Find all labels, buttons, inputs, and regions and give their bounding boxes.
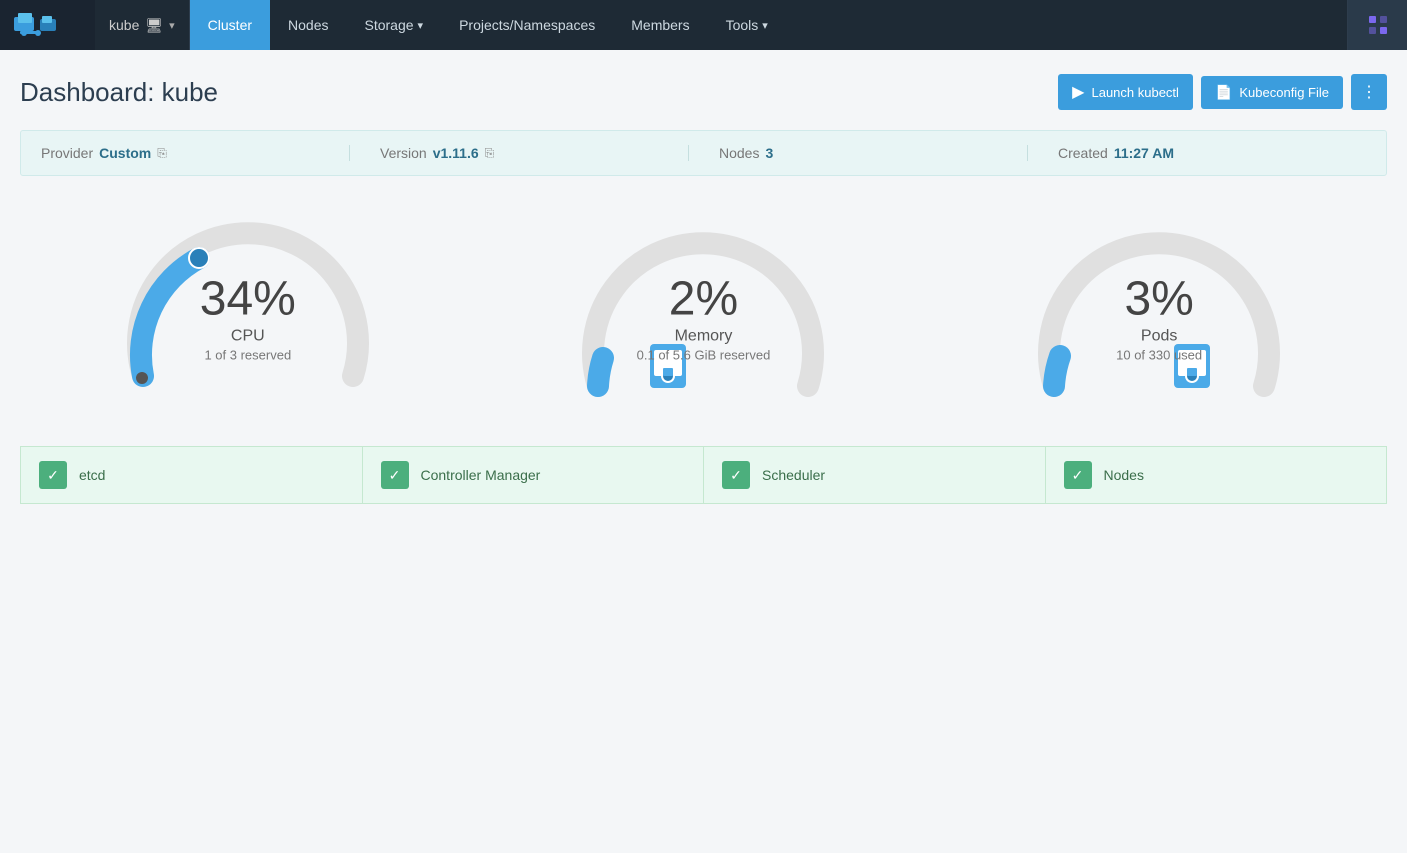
gauges-row: 34% CPU 1 of 3 reserved <box>20 206 1387 406</box>
brand-logo-area[interactable] <box>0 0 95 50</box>
cluster-chevron-icon: ▾ <box>169 19 175 32</box>
info-version: Version v1.11.6 ⎘ <box>350 145 689 161</box>
cpu-sublabel: 1 of 3 reserved <box>200 348 296 363</box>
page-title: Dashboard: kube <box>20 77 218 108</box>
memory-gauge-center: 2% Memory 0.1 of 5.6 GiB reserved <box>637 276 771 363</box>
controller-manager-check-icon: ✓ <box>381 461 409 489</box>
launch-kubectl-label: Launch kubectl <box>1091 85 1178 100</box>
pods-gauge: 3% Pods 10 of 330 used <box>1009 206 1309 406</box>
status-card-etcd: ✓ etcd <box>20 446 363 504</box>
nav-items: Cluster Nodes Storage ▾ Projects/Namespa… <box>190 0 1347 50</box>
pods-gauge-svg: 3% Pods 10 of 330 used <box>1024 206 1294 406</box>
memory-gauge: 2% Memory 0.1 of 5.6 GiB reserved <box>553 206 853 406</box>
info-created: Created 11:27 AM <box>1028 145 1366 161</box>
cpu-gauge: 34% CPU 1 of 3 reserved <box>98 206 398 406</box>
created-value: 11:27 AM <box>1114 145 1174 161</box>
cpu-percent: 34% <box>200 276 296 324</box>
cpu-gauge-center: 34% CPU 1 of 3 reserved <box>200 276 296 363</box>
apps-grid-icon[interactable] <box>1347 0 1407 50</box>
memory-sublabel: 0.1 of 5.6 GiB reserved <box>637 348 771 363</box>
copy-version-icon[interactable]: ⎘ <box>485 146 495 161</box>
cpu-gauge-svg: 34% CPU 1 of 3 reserved <box>113 206 383 406</box>
info-bar: Provider Custom ⎘ Version v1.11.6 ⎘ Node… <box>20 130 1387 176</box>
ellipsis-icon: ⋮ <box>1361 82 1377 102</box>
navbar: kube 🖥 ▾ Cluster Nodes Storage ▾ Project… <box>0 0 1407 50</box>
nav-storage-label: Storage <box>365 17 414 33</box>
status-row: ✓ etcd ✓ Controller Manager ✓ Scheduler … <box>20 446 1387 504</box>
version-value: v1.11.6 <box>433 145 479 161</box>
header-actions: ▶ Launch kubectl 📄 Kubeconfig File ⋮ <box>1058 74 1387 110</box>
nav-projects-label: Projects/Namespaces <box>459 17 595 33</box>
info-provider: Provider Custom ⎘ <box>41 145 350 161</box>
nodes-check-icon: ✓ <box>1064 461 1092 489</box>
provider-value: Custom <box>99 145 151 161</box>
kubeconfig-button[interactable]: 📄 Kubeconfig File <box>1201 76 1343 109</box>
nav-members-label: Members <box>631 17 689 33</box>
cluster-name-label: kube <box>109 17 139 33</box>
copy-provider-icon[interactable]: ⎘ <box>157 146 167 161</box>
memory-gauge-svg: 2% Memory 0.1 of 5.6 GiB reserved <box>568 206 838 406</box>
brand-logo-icon <box>12 9 60 41</box>
nav-item-projects[interactable]: Projects/Namespaces <box>441 0 613 50</box>
scheduler-label: Scheduler <box>762 467 825 483</box>
more-options-button[interactable]: ⋮ <box>1351 74 1387 110</box>
cluster-icon: 🖥 <box>145 17 163 34</box>
scheduler-check-icon: ✓ <box>722 461 750 489</box>
navbar-right <box>1347 0 1407 50</box>
status-card-nodes: ✓ Nodes <box>1046 446 1388 504</box>
storage-chevron-icon: ▾ <box>418 19 424 32</box>
controller-manager-label: Controller Manager <box>421 467 541 483</box>
version-label: Version <box>380 145 427 161</box>
nav-cluster-label: Cluster <box>208 17 252 33</box>
memory-percent: 2% <box>637 276 771 324</box>
pods-sublabel: 10 of 330 used <box>1116 348 1202 363</box>
nav-item-tools[interactable]: Tools ▾ <box>708 0 786 50</box>
status-card-controller-manager: ✓ Controller Manager <box>363 446 705 504</box>
pods-label: Pods <box>1116 328 1202 346</box>
provider-label: Provider <box>41 145 93 161</box>
nav-tools-label: Tools <box>726 17 759 33</box>
cluster-selector[interactable]: kube 🖥 ▾ <box>95 0 190 50</box>
page-content: Dashboard: kube ▶ Launch kubectl 📄 Kubec… <box>0 50 1407 528</box>
nav-nodes-label: Nodes <box>288 17 328 33</box>
info-nodes: Nodes 3 <box>689 145 1028 161</box>
created-label: Created <box>1058 145 1108 161</box>
etcd-label: etcd <box>79 467 105 483</box>
nodes-status-label: Nodes <box>1104 467 1144 483</box>
pods-percent: 3% <box>1116 276 1202 324</box>
status-card-scheduler: ✓ Scheduler <box>704 446 1046 504</box>
nav-item-nodes[interactable]: Nodes <box>270 0 346 50</box>
nav-item-members[interactable]: Members <box>613 0 707 50</box>
memory-label: Memory <box>637 328 771 346</box>
nodes-label: Nodes <box>719 145 759 161</box>
nav-item-cluster[interactable]: Cluster <box>190 0 270 50</box>
page-header: Dashboard: kube ▶ Launch kubectl 📄 Kubec… <box>20 74 1387 110</box>
nav-item-storage[interactable]: Storage ▾ <box>347 0 442 50</box>
file-icon: 📄 <box>1215 84 1232 101</box>
kubeconfig-label: Kubeconfig File <box>1239 85 1329 100</box>
launch-kubectl-button[interactable]: ▶ Launch kubectl <box>1058 74 1193 110</box>
terminal-icon: ▶ <box>1072 82 1084 102</box>
etcd-check-icon: ✓ <box>39 461 67 489</box>
nodes-value: 3 <box>765 145 773 161</box>
cpu-label: CPU <box>200 328 296 346</box>
pods-gauge-center: 3% Pods 10 of 330 used <box>1116 276 1202 363</box>
tools-chevron-icon: ▾ <box>762 19 768 32</box>
